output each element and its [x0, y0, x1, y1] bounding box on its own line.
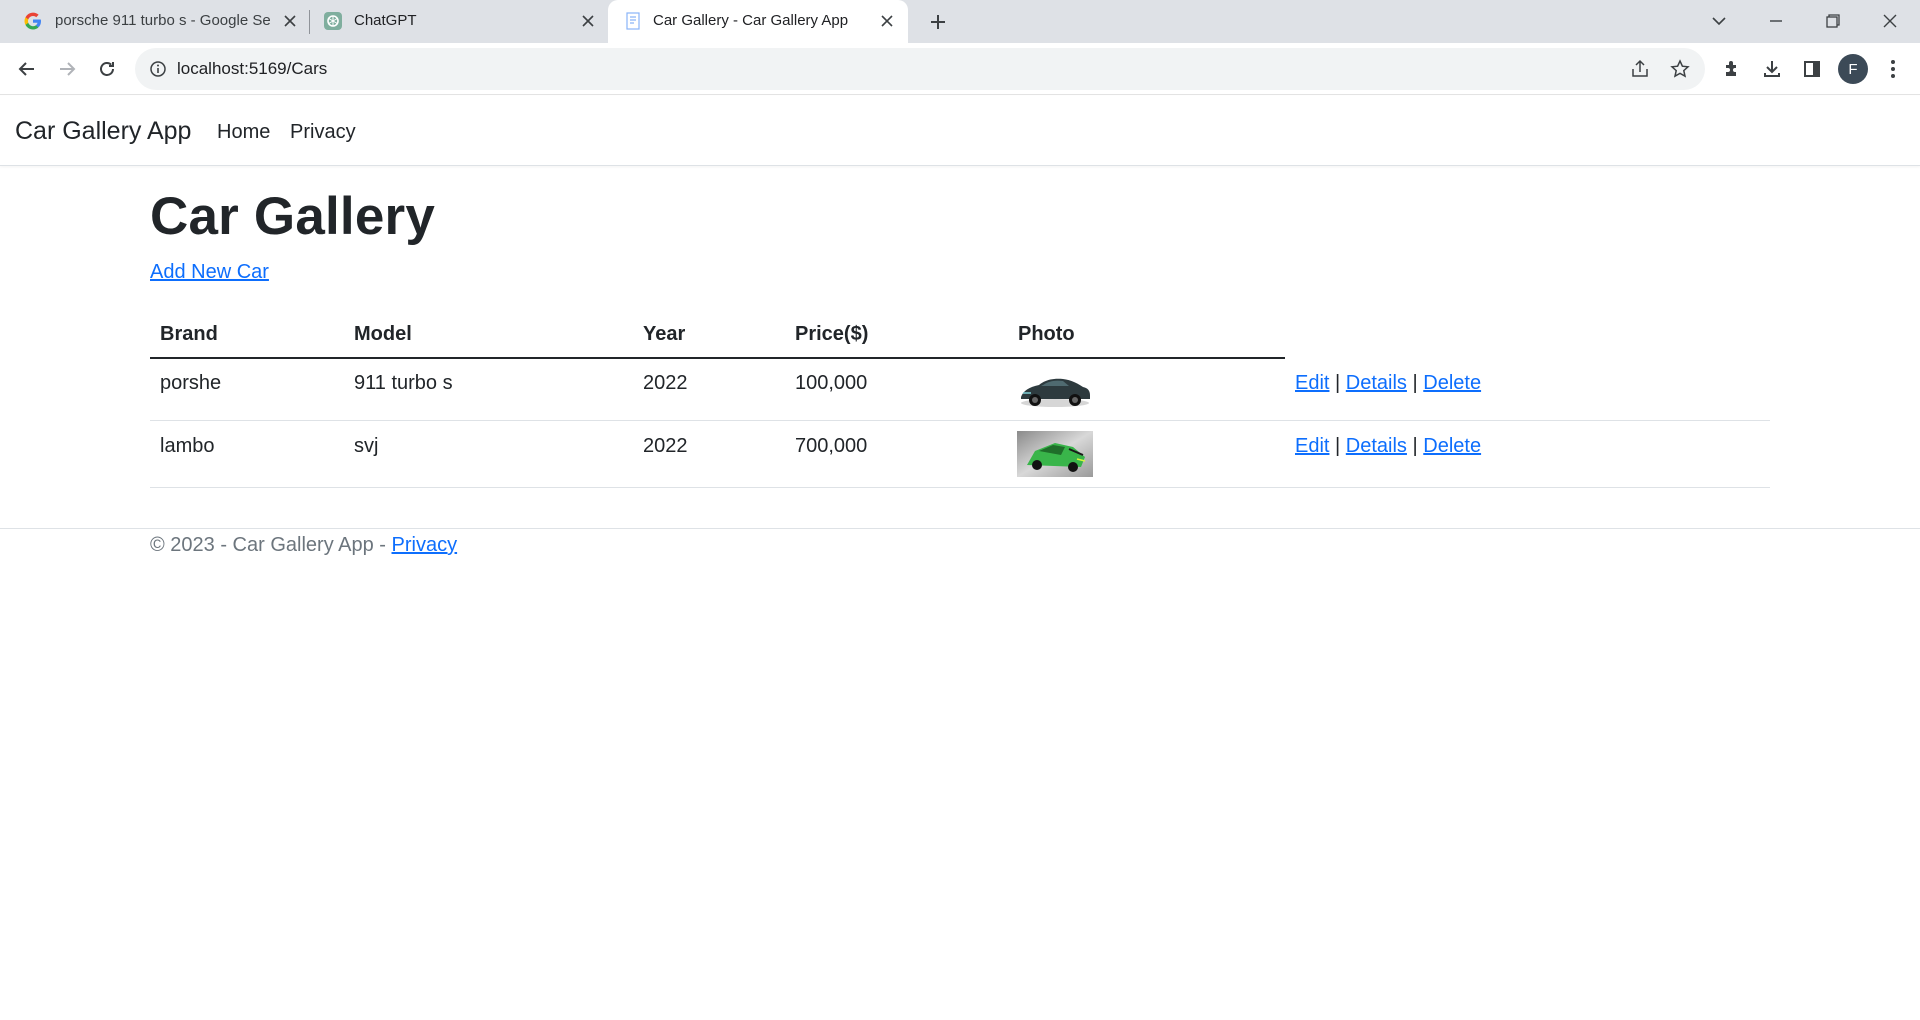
tab-title: ChatGPT	[354, 12, 417, 29]
column-header-brand: Brand	[160, 323, 218, 345]
page-title: Car Gallery	[150, 187, 436, 246]
menu-kebab-icon[interactable]	[1877, 53, 1909, 85]
footer-copyright: © 2023 - Car Gallery App -	[150, 534, 392, 556]
cell-brand: porshe	[160, 372, 222, 394]
close-icon[interactable]	[577, 10, 599, 32]
table-row: lambo svj 2022 700,000 Edit | Details | …	[150, 422, 1770, 488]
address-bar[interactable]: localhost:5169/Cars	[135, 48, 1705, 90]
app-navbar: Car Gallery App Home Privacy	[0, 96, 1920, 166]
download-icon[interactable]	[1756, 53, 1788, 85]
bookmark-star-icon[interactable]	[1668, 57, 1692, 81]
forward-button[interactable]	[51, 53, 83, 85]
tab-title: Car Gallery - Car Gallery App	[653, 12, 849, 29]
cell-price: 700,000	[795, 435, 868, 457]
column-header-model: Model	[354, 323, 412, 345]
cell-brand: lambo	[160, 435, 215, 457]
tab-title: porsche 911 turbo s - Google Se	[55, 12, 270, 29]
tab-google-search[interactable]: porsche 911 turbo s - Google Se	[0, 0, 305, 43]
profile-avatar[interactable]: F	[1838, 54, 1868, 84]
page-icon	[624, 12, 642, 30]
details-link[interactable]: Details	[1346, 435, 1407, 457]
app-brand-link[interactable]: Car Gallery App	[15, 117, 191, 146]
close-icon[interactable]	[279, 10, 301, 32]
tab-search-button[interactable]	[1699, 6, 1739, 36]
footer: © 2023 - Car Gallery App - Privacy	[150, 534, 457, 557]
restore-button[interactable]	[1813, 6, 1853, 36]
back-button[interactable]	[11, 53, 43, 85]
column-header-price: Price($)	[795, 323, 869, 345]
car-photo	[1017, 367, 1093, 413]
column-header-year: Year	[643, 323, 686, 345]
tab-separator	[309, 10, 310, 34]
nav-home-link[interactable]: Home	[217, 121, 270, 144]
action-separator: |	[1412, 435, 1418, 457]
footer-divider	[0, 528, 1920, 529]
extensions-icon[interactable]	[1716, 53, 1748, 85]
action-separator: |	[1335, 372, 1341, 394]
edit-link[interactable]: Edit	[1295, 372, 1329, 394]
delete-link[interactable]: Delete	[1423, 435, 1481, 457]
column-header-photo: Photo	[1018, 323, 1075, 345]
table-row: porshe 911 turbo s 2022 100,000 Edit | D…	[150, 359, 1770, 421]
reload-button[interactable]	[91, 53, 123, 85]
row-actions: Edit | Details | Delete	[1295, 435, 1481, 458]
action-separator: |	[1412, 372, 1418, 394]
side-panel-icon[interactable]	[1796, 53, 1828, 85]
tab-chatgpt[interactable]: ChatGPT	[312, 0, 608, 43]
cell-year: 2022	[643, 435, 688, 457]
action-separator: |	[1335, 435, 1341, 457]
cell-price: 100,000	[795, 372, 868, 394]
nav-privacy-link[interactable]: Privacy	[290, 121, 356, 144]
close-icon[interactable]	[876, 10, 898, 32]
close-window-button[interactable]	[1870, 6, 1910, 36]
edit-link[interactable]: Edit	[1295, 435, 1329, 457]
row-actions: Edit | Details | Delete	[1295, 372, 1481, 395]
minimize-button[interactable]	[1756, 6, 1796, 36]
chatgpt-icon	[324, 12, 342, 30]
browser-toolbar: localhost:5169/Cars F	[0, 43, 1920, 95]
browser-tabstrip: porsche 911 turbo s - Google Se ChatGPT …	[0, 0, 1920, 43]
cell-year: 2022	[643, 372, 688, 394]
new-tab-button[interactable]	[924, 8, 952, 36]
cell-model: svj	[354, 435, 379, 457]
details-link[interactable]: Details	[1346, 372, 1407, 394]
delete-link[interactable]: Delete	[1423, 372, 1481, 394]
info-icon[interactable]	[149, 60, 167, 78]
footer-privacy-link[interactable]: Privacy	[392, 534, 458, 556]
url-text[interactable]: localhost:5169/Cars	[177, 59, 327, 79]
cell-model: 911 turbo s	[354, 372, 453, 394]
share-icon[interactable]	[1628, 57, 1652, 81]
car-photo	[1017, 431, 1093, 477]
tab-car-gallery[interactable]: Car Gallery - Car Gallery App	[608, 0, 908, 43]
google-icon	[24, 12, 42, 30]
add-new-car-link[interactable]: Add New Car	[150, 261, 269, 284]
